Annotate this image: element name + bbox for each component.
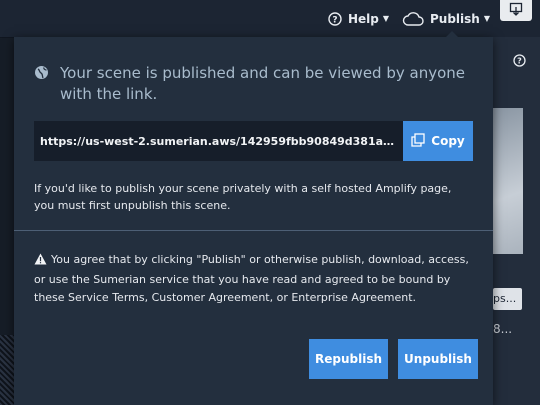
globe-icon <box>34 65 49 86</box>
divider <box>14 230 493 231</box>
publish-status: Your scene is published and can be viewe… <box>34 63 474 105</box>
panel-value: 8... <box>493 322 513 336</box>
republish-button[interactable]: Republish <box>309 339 388 379</box>
scene-thumbnail <box>493 108 523 254</box>
svg-text:?: ? <box>517 57 522 66</box>
copy-label: Copy <box>431 134 465 148</box>
publish-label: Publish <box>430 11 480 26</box>
help-circle-icon: ? <box>328 11 342 26</box>
export-button[interactable] <box>500 0 532 21</box>
warning-icon <box>34 253 47 271</box>
share-link-input[interactable] <box>34 121 403 161</box>
popover-caret <box>446 31 458 37</box>
cloud-icon <box>402 11 424 27</box>
panel-button[interactable]: ps... <box>493 288 522 310</box>
publish-status-text: Your scene is published and can be viewe… <box>60 64 465 103</box>
service-agreement: You agree that by clicking "Publish" or … <box>34 251 474 307</box>
svg-text:?: ? <box>332 15 337 25</box>
help-menu[interactable]: ? Help ▼ <box>328 0 389 37</box>
help-circle-icon[interactable]: ? <box>513 52 526 71</box>
publish-popover: Your scene is published and can be viewe… <box>14 31 493 405</box>
help-label: Help <box>348 11 379 26</box>
copy-icon <box>411 132 425 150</box>
top-bar: ? Help ▼ Publish ▼ <box>0 0 540 38</box>
export-icon <box>509 1 523 20</box>
copy-button[interactable]: Copy <box>403 121 473 161</box>
chevron-down-icon: ▼ <box>382 14 390 23</box>
private-publish-note: If you'd like to publish your scene priv… <box>34 182 452 212</box>
chevron-down-icon: ▼ <box>483 14 490 23</box>
share-link-row: Copy <box>34 121 473 161</box>
agreement-text: You agree that by clicking "Publish" or … <box>34 253 469 304</box>
unpublish-button[interactable]: Unpublish <box>398 339 478 379</box>
scene-viewport <box>0 335 14 405</box>
